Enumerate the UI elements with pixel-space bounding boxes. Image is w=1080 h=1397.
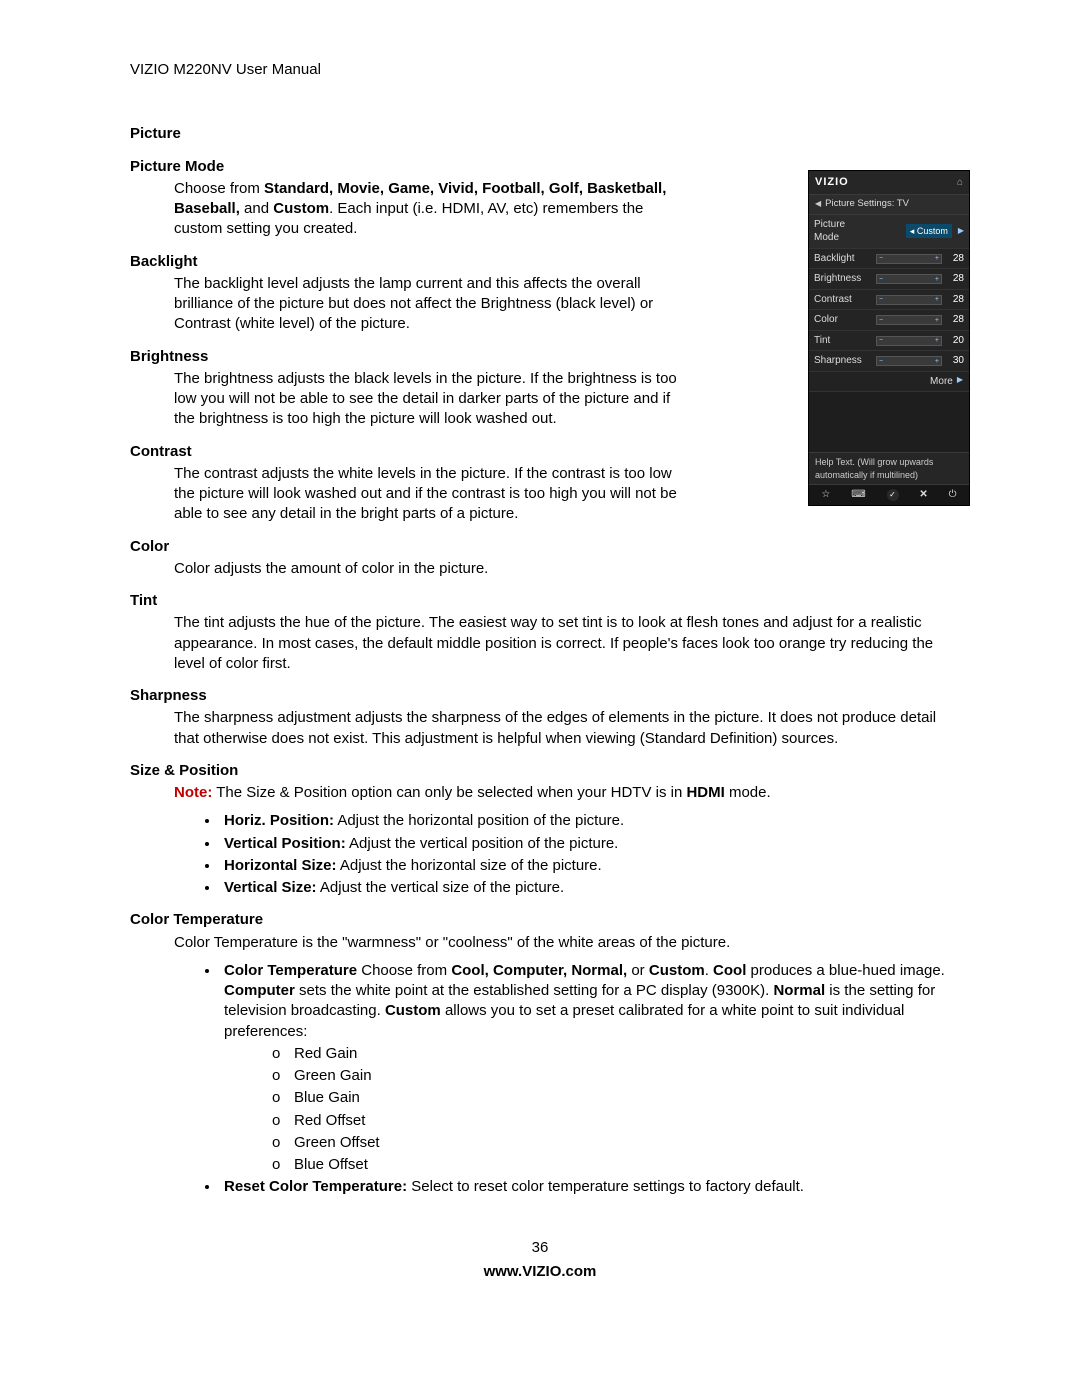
osd-header: VIZIO ⌂ bbox=[809, 171, 969, 195]
minus-icon: − bbox=[879, 358, 883, 365]
plus-icon: + bbox=[935, 317, 939, 324]
minus-icon: − bbox=[879, 337, 883, 344]
chevron-left-icon: ◀ bbox=[815, 199, 821, 210]
osd-slider-row[interactable]: Contrast −+ 28 bbox=[809, 290, 969, 311]
plus-icon: + bbox=[935, 296, 939, 303]
osd-breadcrumb[interactable]: ◀ Picture Settings: TV bbox=[809, 195, 969, 215]
heading-size-position: Size & Position bbox=[130, 761, 650, 781]
osd-slider-row[interactable]: Tint −+ 20 bbox=[809, 331, 969, 352]
osd-mode-value: ◂ Custom bbox=[906, 224, 952, 238]
list-item: Red Offset bbox=[268, 1111, 950, 1131]
document-header: VIZIO M220NV User Manual bbox=[130, 60, 950, 80]
osd-row-label: Backlight bbox=[814, 252, 872, 266]
paragraph-picture-mode: Choose from Standard, Movie, Game, Vivid… bbox=[174, 179, 694, 240]
osd-row-label: Brightness bbox=[814, 272, 872, 286]
slider-track[interactable]: −+ bbox=[876, 254, 942, 264]
check-icon[interactable]: ✓ bbox=[887, 489, 899, 501]
home-icon[interactable]: ⌂ bbox=[957, 176, 963, 190]
main-content: VIZIO ⌂ ◀ Picture Settings: TV Picture M… bbox=[130, 124, 950, 1197]
list-item: Horiz. Position: Adjust the horizontal p… bbox=[220, 811, 950, 831]
osd-mode-label: Picture Mode bbox=[814, 218, 872, 245]
osd-more-row[interactable]: More ▶ bbox=[809, 372, 969, 393]
slider-track[interactable]: −+ bbox=[876, 356, 942, 366]
minus-icon: − bbox=[879, 255, 883, 262]
color-temp-sublist: Red Gain Green Gain Blue Gain Red Offset… bbox=[268, 1044, 950, 1176]
osd-more-label: More bbox=[930, 375, 953, 389]
star-icon[interactable]: ☆ bbox=[821, 490, 830, 500]
list-item: Vertical Size: Adjust the vertical size … bbox=[220, 878, 950, 898]
list-item: Horizontal Size: Adjust the horizontal s… bbox=[220, 856, 950, 876]
slider-track[interactable]: −+ bbox=[876, 315, 942, 325]
plus-icon: + bbox=[935, 276, 939, 283]
heading-contrast: Contrast bbox=[130, 442, 650, 462]
plus-icon: + bbox=[935, 337, 939, 344]
footer-url: www.VIZIO.com bbox=[130, 1262, 950, 1282]
list-item: Red Gain bbox=[268, 1044, 950, 1064]
paragraph-tint: The tint adjusts the hue of the picture.… bbox=[174, 613, 950, 674]
color-temp-list: Color Temperature Choose from Cool, Comp… bbox=[220, 961, 950, 1198]
paragraph-backlight: The backlight level adjusts the lamp cur… bbox=[174, 274, 694, 335]
osd-row-value: 30 bbox=[946, 354, 964, 368]
osd-logo: VIZIO bbox=[815, 175, 849, 190]
osd-slider-row[interactable]: Color −+ 28 bbox=[809, 310, 969, 331]
list-item: Color Temperature Choose from Cool, Comp… bbox=[220, 961, 950, 1176]
osd-slider-row[interactable]: Sharpness −+ 30 bbox=[809, 351, 969, 372]
page-number: 36 bbox=[130, 1238, 950, 1258]
heading-backlight: Backlight bbox=[130, 252, 650, 272]
footer: 36 www.VIZIO.com bbox=[130, 1238, 950, 1283]
paragraph-color: Color adjusts the amount of color in the… bbox=[174, 559, 950, 579]
heading-color: Color bbox=[130, 537, 650, 557]
close-icon[interactable]: ✕ bbox=[919, 490, 927, 500]
heading-brightness: Brightness bbox=[130, 347, 650, 367]
keyboard-icon[interactable]: ⌨ bbox=[851, 490, 865, 500]
heading-sharpness: Sharpness bbox=[130, 686, 650, 706]
minus-icon: − bbox=[879, 296, 883, 303]
osd-spacer bbox=[809, 392, 969, 452]
list-item: Vertical Position: Adjust the vertical p… bbox=[220, 834, 950, 854]
section-picture-heading: Picture bbox=[130, 124, 950, 144]
osd-row-label: Color bbox=[814, 313, 872, 327]
heading-picture-mode: Picture Mode bbox=[130, 157, 650, 177]
osd-picture-mode-row[interactable]: Picture Mode ◂ Custom ▶ bbox=[809, 215, 969, 249]
list-item: Green Gain bbox=[268, 1066, 950, 1086]
osd-breadcrumb-text: Picture Settings: TV bbox=[825, 198, 909, 211]
list-item: Reset Color Temperature: Select to reset… bbox=[220, 1177, 950, 1197]
heading-color-temperature: Color Temperature bbox=[130, 910, 650, 930]
osd-slider-row[interactable]: Brightness −+ 28 bbox=[809, 269, 969, 290]
osd-row-value: 28 bbox=[946, 293, 964, 307]
osd-panel: VIZIO ⌂ ◀ Picture Settings: TV Picture M… bbox=[808, 170, 970, 505]
list-item: Blue Gain bbox=[268, 1088, 950, 1108]
osd-slider-row[interactable]: Backlight −+ 28 bbox=[809, 249, 969, 270]
osd-row-label: Contrast bbox=[814, 293, 872, 307]
minus-icon: − bbox=[879, 317, 883, 324]
osd-row-value: 28 bbox=[946, 272, 964, 286]
osd-help-text: Help Text. (Will grow upwards automatica… bbox=[809, 452, 969, 484]
plus-icon: + bbox=[935, 255, 939, 262]
paragraph-size-position-note: Note: The Size & Position option can onl… bbox=[174, 783, 950, 803]
osd-row-value: 28 bbox=[946, 313, 964, 327]
minus-icon: − bbox=[879, 276, 883, 283]
osd-footer-bar: ☆ ⌨ ✓ ✕ ⏻ bbox=[809, 485, 969, 505]
slider-track[interactable]: −+ bbox=[876, 336, 942, 346]
paragraph-color-temp-intro: Color Temperature is the "warmness" or "… bbox=[174, 933, 950, 953]
osd-row-value: 20 bbox=[946, 334, 964, 348]
osd-row-label: Tint bbox=[814, 334, 872, 348]
chevron-right-icon: ▶ bbox=[957, 375, 963, 389]
slider-track[interactable]: −+ bbox=[876, 295, 942, 305]
paragraph-sharpness: The sharpness adjustment adjusts the sha… bbox=[174, 708, 950, 749]
osd-row-label: Sharpness bbox=[814, 354, 872, 368]
size-position-list: Horiz. Position: Adjust the horizontal p… bbox=[220, 811, 950, 898]
paragraph-brightness: The brightness adjusts the black levels … bbox=[174, 369, 694, 430]
heading-tint: Tint bbox=[130, 591, 650, 611]
power-icon[interactable]: ⏻ bbox=[949, 490, 957, 500]
list-item: Blue Offset bbox=[268, 1155, 950, 1175]
paragraph-contrast: The contrast adjusts the white levels in… bbox=[174, 464, 694, 525]
chevron-right-icon: ▶ bbox=[958, 226, 964, 237]
plus-icon: + bbox=[935, 358, 939, 365]
osd-row-value: 28 bbox=[946, 252, 964, 266]
list-item: Green Offset bbox=[268, 1133, 950, 1153]
slider-track[interactable]: −+ bbox=[876, 274, 942, 284]
